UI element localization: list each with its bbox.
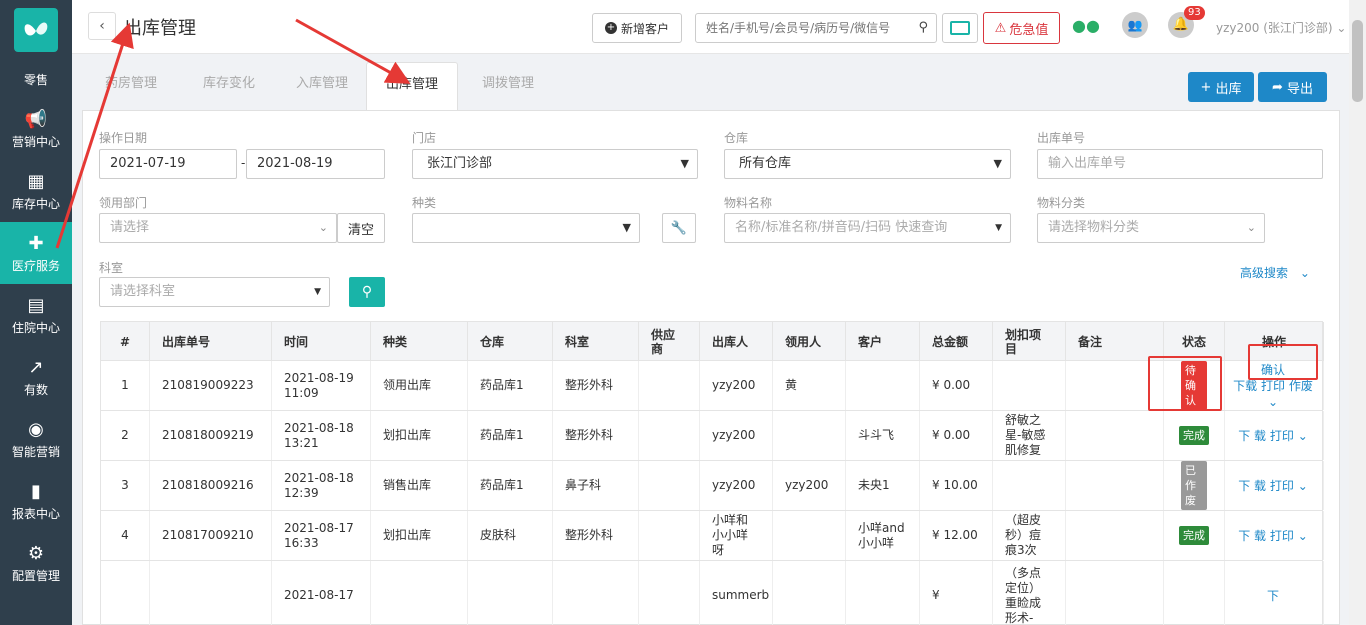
annotation-arrow-tab [295,18,411,84]
annotation-arrow-title [55,22,134,249]
scrollbar-thumb[interactable] [1352,20,1363,102]
page-scrollbar[interactable] [1349,0,1366,625]
annotation-arrows [55,18,411,249]
